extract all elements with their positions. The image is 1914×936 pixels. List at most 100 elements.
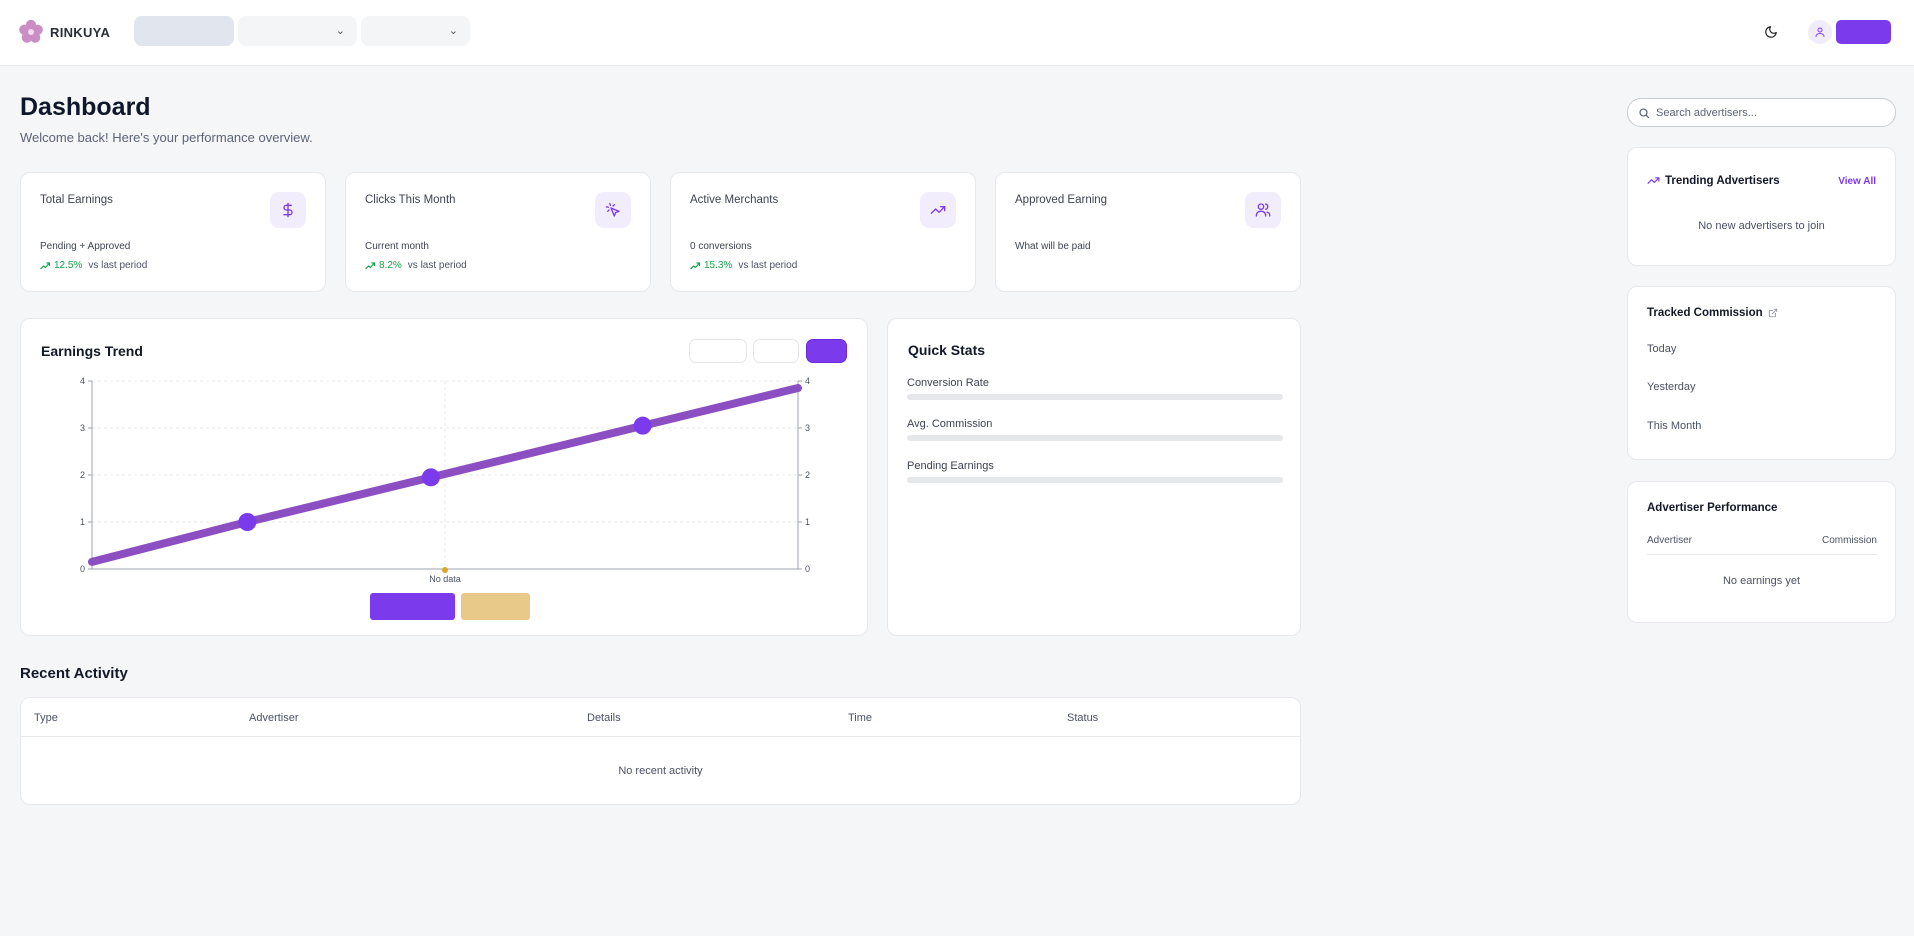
column-header-advertiser: Advertiser — [1647, 535, 1693, 546]
stat-subtitle: What will be paid — [1015, 241, 1091, 252]
empty-state: No earnings yet — [1722, 575, 1801, 587]
chevron-down-icon: ⌄ — [335, 25, 345, 37]
nav-dropdown[interactable]: ⌄ — [361, 16, 470, 46]
dollar-icon — [270, 192, 306, 228]
column-header-details[interactable]: Details — [587, 712, 621, 724]
stat-card-approved-earning: Approved Earning What will be paid — [995, 172, 1301, 292]
stat-title: Approved Earning — [1015, 194, 1108, 206]
y2-tick-label: 4 — [805, 376, 810, 386]
recent-activity-title: Recent Activity — [20, 665, 128, 682]
page-subtitle: Welcome back! Here's your performance ov… — [20, 130, 313, 145]
quick-stats-title: Quick Stats — [908, 342, 986, 358]
empty-state: No recent activity — [618, 765, 703, 777]
empty-state: No new advertisers to join — [1698, 220, 1825, 232]
stat-title: Active Merchants — [690, 194, 779, 206]
search-input[interactable] — [1656, 104, 1886, 122]
trending-up-icon — [920, 192, 956, 228]
tracked-row-yesterday: Yesterday — [1647, 381, 1696, 393]
tracked-row-today: Today — [1647, 343, 1677, 355]
column-header-status[interactable]: Status — [1067, 712, 1098, 724]
stat-card-active-merchants: Active Merchants 0 conversions 15.3% vs … — [670, 172, 976, 292]
quick-stat-row: Conversion Rate — [907, 377, 1283, 400]
search-icon — [1639, 108, 1650, 119]
stat-title: Clicks This Month — [365, 194, 456, 206]
y-tick-label: 1 — [80, 517, 85, 527]
stat-card-total-earnings: Total Earnings Pending + Approved 12.5% … — [20, 172, 326, 292]
y-tick-label: 4 — [80, 376, 85, 386]
quick-stat-label: Avg. Commission — [907, 418, 993, 430]
y2-tick-label: 0 — [805, 564, 810, 574]
quick-stat-row: Pending Earnings — [907, 460, 1283, 483]
stat-subtitle: 0 conversions — [690, 241, 752, 252]
trending-title-text: Trending Advertisers — [1665, 174, 1780, 187]
legend-toggle-primary[interactable] — [370, 593, 455, 620]
quick-stat-label: Pending Earnings — [907, 460, 994, 472]
stat-trend: 12.5% vs last period — [40, 260, 147, 271]
user-menu-button[interactable] — [1808, 20, 1832, 44]
external-link-icon[interactable] — [1768, 308, 1778, 318]
data-point — [238, 513, 257, 531]
brand-name: RINKUYA — [50, 24, 111, 40]
trend-up-icon — [40, 261, 50, 269]
stat-subtitle: Current month — [365, 241, 429, 252]
recent-activity-table: Type Advertiser Details Time Status No r… — [20, 697, 1301, 805]
y-tick-label: 3 — [80, 423, 85, 433]
trend-value: 12.5% — [54, 260, 83, 271]
tracked-row-this-month: This Month — [1647, 420, 1702, 432]
column-header-advertiser[interactable]: Advertiser — [249, 712, 299, 724]
y2-tick-label: 3 — [805, 423, 810, 433]
y-tick-label: 0 — [80, 564, 85, 574]
trend-value: 8.2% — [379, 260, 402, 271]
quick-stat-label: Conversion Rate — [907, 377, 989, 389]
top-nav: RINKUYA ⌄ ⌄ — [0, 0, 1914, 66]
trending-advertisers-card: Trending Advertisers View All No new adv… — [1627, 147, 1896, 266]
brand-logo[interactable]: RINKUYA — [17, 18, 110, 46]
view-all-link[interactable]: View All — [1838, 176, 1876, 187]
advertiser-performance-card: Advertiser Performance Advertiser Commis… — [1627, 481, 1896, 623]
trend-label: vs last period — [738, 260, 798, 271]
chevron-down-icon: ⌄ — [448, 25, 458, 37]
quick-stats-card: Quick Stats Conversion Rate Avg. Commiss… — [887, 318, 1301, 636]
trend-label: vs last period — [88, 260, 148, 271]
trend-value: 15.3% — [704, 260, 733, 271]
y2-tick-label: 2 — [805, 470, 810, 480]
stat-title: Total Earnings — [40, 194, 113, 206]
stat-card-clicks: Clicks This Month Current month 8.2% vs … — [345, 172, 651, 292]
quick-stat-row: Avg. Commission — [907, 418, 1283, 441]
table-header: Type Advertiser Details Time Status — [21, 698, 1300, 737]
data-point — [421, 468, 440, 487]
legend-toggle-secondary[interactable] — [461, 593, 530, 620]
y-tick-label: 2 — [80, 470, 85, 480]
nav-dropdown[interactable]: ⌄ — [238, 16, 357, 46]
trending-up-icon — [1647, 177, 1660, 184]
column-header-time[interactable]: Time — [848, 712, 872, 724]
column-header-commission: Commission — [1821, 535, 1877, 546]
account-button[interactable] — [1836, 20, 1891, 44]
table-header: Advertiser Commission — [1647, 535, 1877, 555]
tracked-commission-card: Tracked Commission Today Yesterday This … — [1627, 286, 1896, 460]
quick-stat-bar — [907, 435, 1283, 441]
user-icon — [1815, 27, 1825, 37]
data-point — [633, 416, 652, 435]
flower-logo-icon — [19, 19, 43, 43]
page-title: Dashboard — [20, 93, 151, 121]
trend-up-icon — [690, 261, 700, 269]
quick-stat-bar — [907, 477, 1283, 483]
stat-subtitle: Pending + Approved — [40, 241, 131, 252]
stat-trend: 15.3% vs last period — [690, 260, 797, 271]
search-advertisers[interactable] — [1627, 98, 1896, 127]
tracked-title-text: Tracked Commission — [1647, 307, 1763, 319]
advertiser-performance-title: Advertiser Performance — [1647, 502, 1778, 514]
theme-toggle-button[interactable] — [1760, 21, 1782, 43]
nav-tab-active[interactable] — [134, 16, 234, 46]
trending-title: Trending Advertisers — [1647, 174, 1780, 187]
users-icon — [1245, 192, 1281, 228]
y2-tick-label: 1 — [805, 517, 810, 527]
stat-trend: 8.2% vs last period — [365, 260, 467, 271]
column-header-type[interactable]: Type — [34, 712, 58, 724]
trend-label: vs last period — [407, 260, 467, 271]
earnings-line-chart: 0 1 2 3 4 0 1 2 3 4 No data — [80, 376, 810, 584]
cursor-click-icon — [595, 192, 631, 228]
x-tick-marker — [442, 567, 448, 573]
earnings-trend-card: Earnings Trend 0 1 2 3 4 0 1 2 3 4 No data — [20, 318, 868, 636]
